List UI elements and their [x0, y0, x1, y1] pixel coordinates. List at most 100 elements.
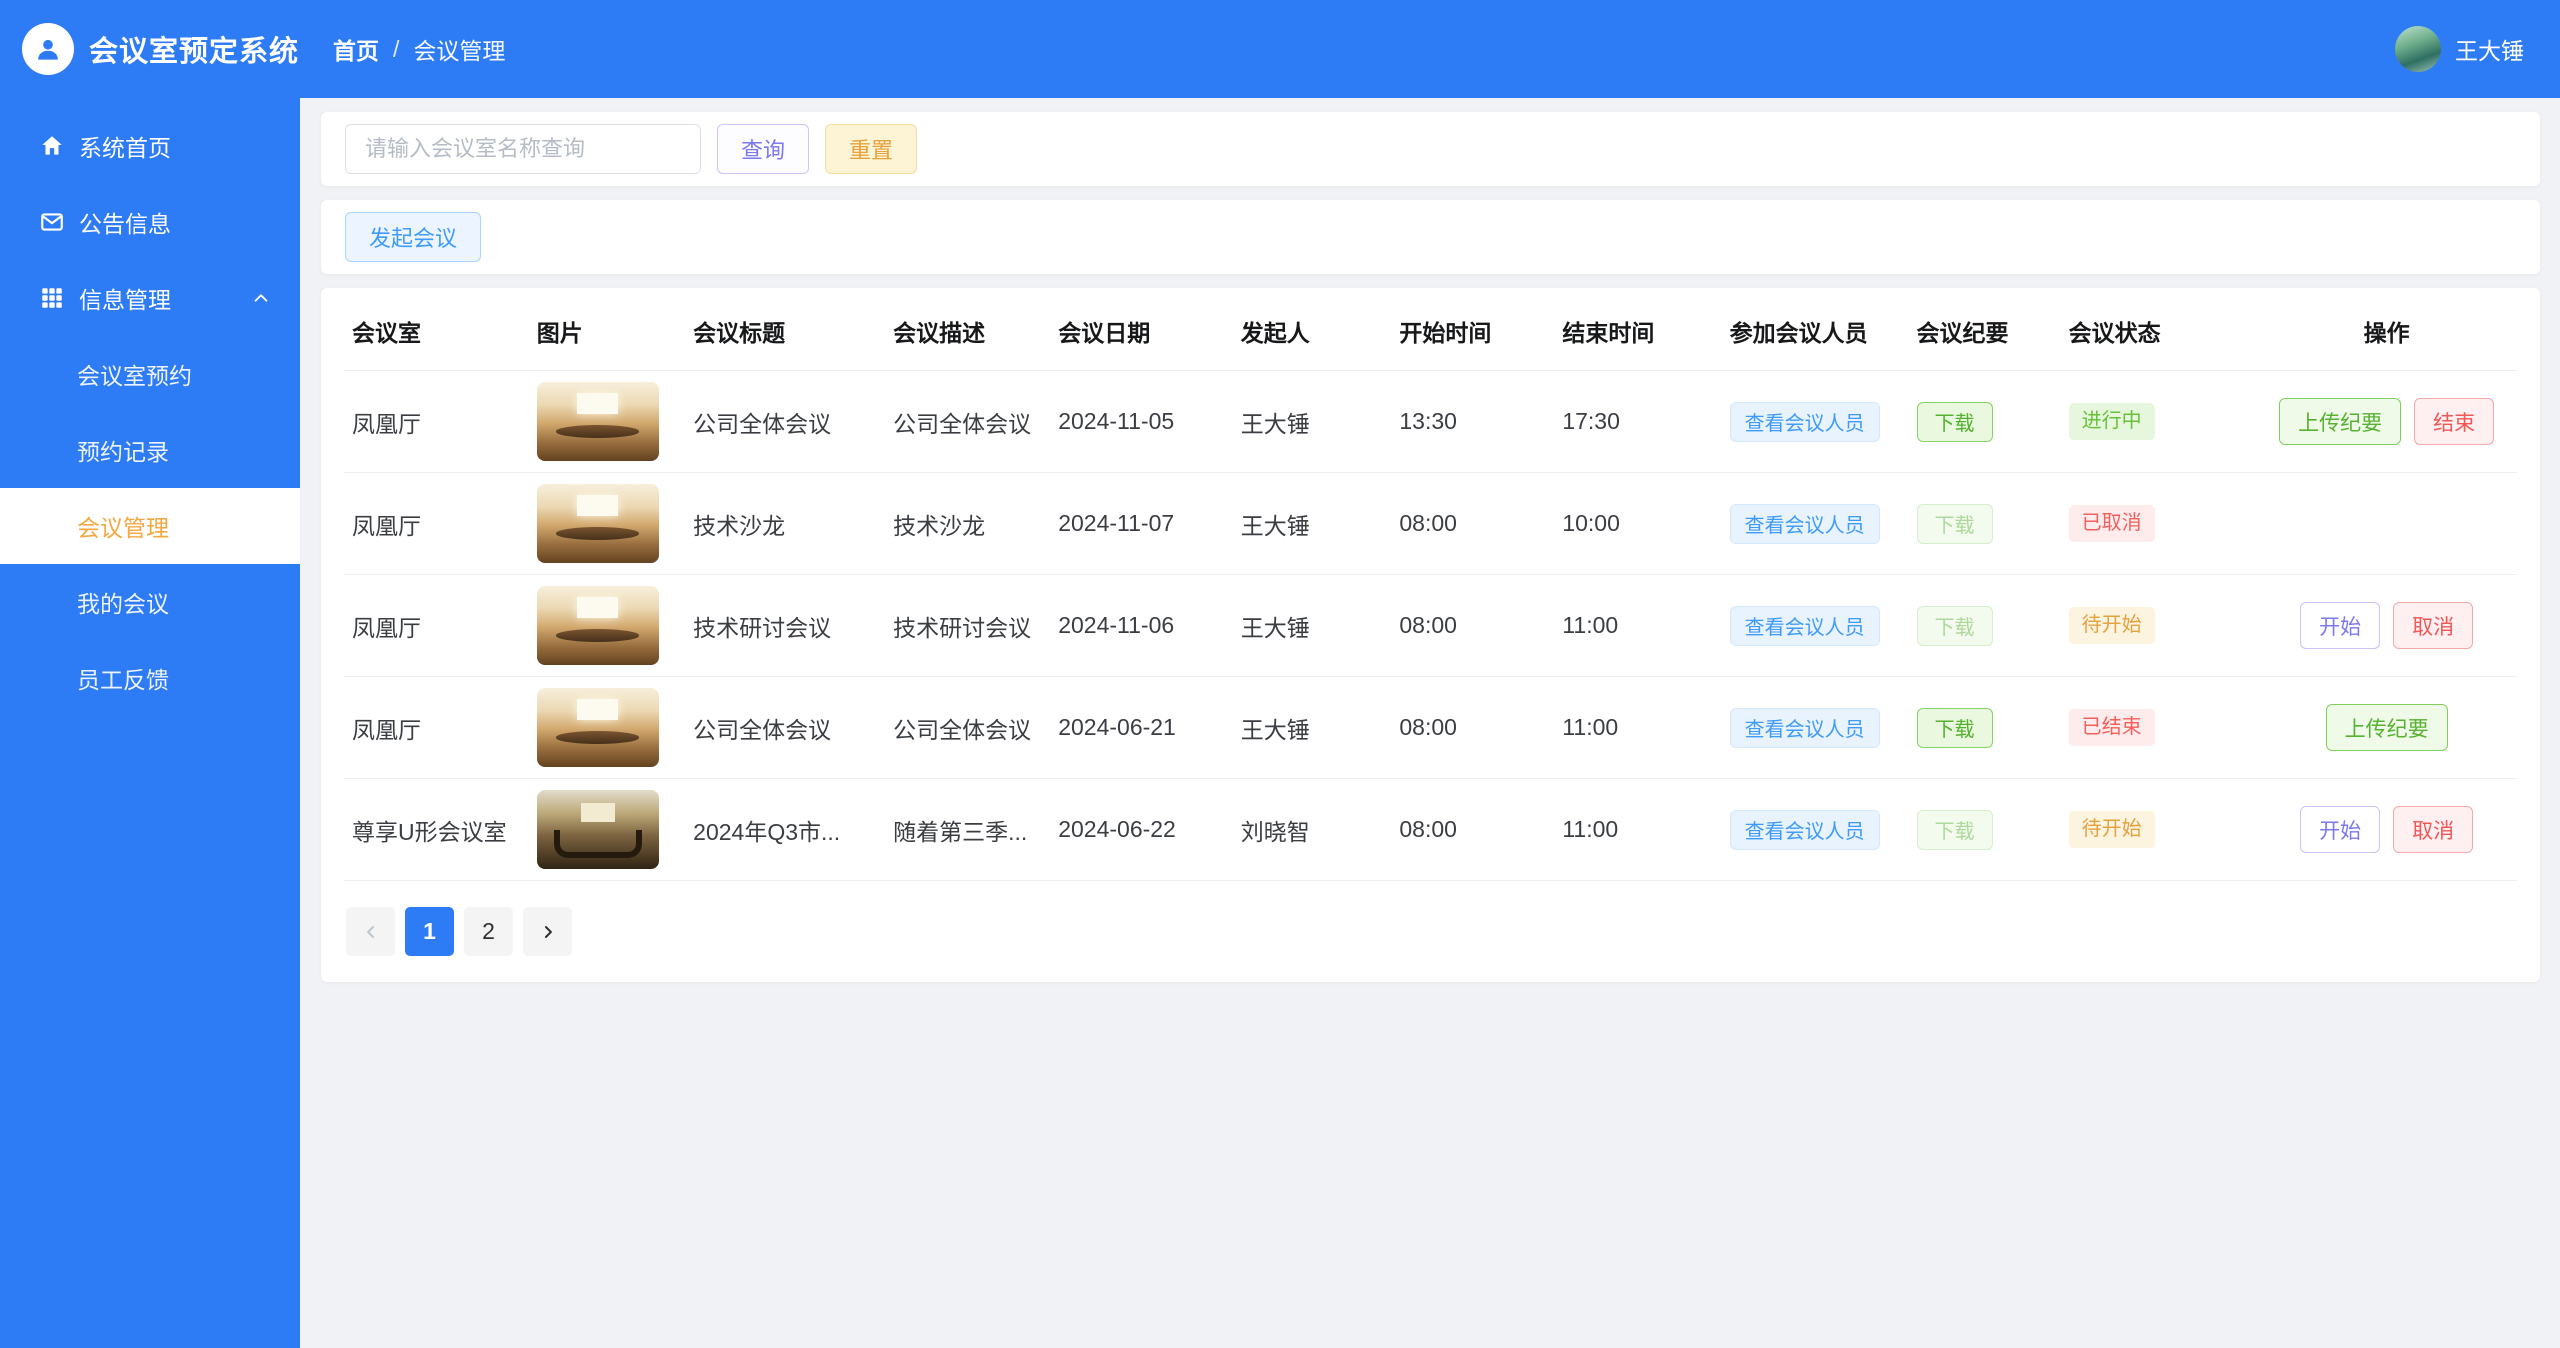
table-header-row: 会议室 图片 会议标题 会议描述 会议日期 发起人 开始时间 结束时间 参加会议…	[344, 288, 2517, 371]
op-button[interactable]: 上传纪要	[2325, 704, 2448, 751]
cell-status: 已取消	[2060, 472, 2257, 575]
column-header-description: 会议描述	[885, 288, 1051, 371]
menu-item-label: 系统首页	[79, 135, 171, 161]
sidebar-item-info-management[interactable]: 信息管理	[0, 260, 300, 336]
cell-operations	[2256, 472, 2517, 575]
submenu-item-label: 我的会议	[77, 591, 169, 617]
sidebar-submenu: 会议室预约 预约记录 会议管理 我的会议 员工反馈	[0, 336, 300, 716]
view-participants-button[interactable]: 查看会议人员	[1729, 605, 1880, 646]
cell-end-time: 11:00	[1554, 778, 1722, 881]
status-badge: 已结束	[2068, 709, 2155, 746]
cell-date: 2024-06-21	[1050, 676, 1233, 779]
cell-status: 待开始	[2060, 778, 2257, 881]
chevron-left-icon	[366, 925, 374, 938]
room-photo	[536, 586, 659, 665]
cell-participants: 查看会议人员	[1721, 574, 1909, 677]
view-participants-button[interactable]: 查看会议人员	[1729, 809, 1880, 850]
cell-initiator: 王大锤	[1232, 370, 1392, 473]
table-row: 凤凰厅 公司全体会议 公司全体会议 2024-11-05 王大锤 13:30 1…	[344, 370, 2517, 473]
sidebar-subitem-booking-records[interactable]: 预约记录	[0, 412, 300, 488]
download-minutes-button[interactable]: 下载	[1916, 401, 1993, 442]
sidebar: 系统首页 公告信息 信息管理 会议室预约 预约记录 会议管理 我的会议 员工反馈	[0, 98, 300, 1348]
cell-initiator: 王大锤	[1232, 472, 1392, 575]
column-header-start-time: 开始时间	[1391, 288, 1555, 371]
cell-end-time: 10:00	[1554, 472, 1722, 575]
create-meeting-button[interactable]: 发起会议	[345, 212, 482, 262]
cell-minutes: 下载	[1908, 778, 2061, 881]
pagination: 12	[344, 907, 2517, 956]
page-button-2[interactable]: 2	[464, 907, 513, 956]
user-name: 王大锤	[2455, 38, 2524, 64]
cell-photo	[528, 778, 686, 881]
cell-photo	[528, 370, 686, 473]
column-header-room: 会议室	[344, 288, 529, 371]
cell-start-time: 08:00	[1391, 778, 1555, 881]
status-badge: 待开始	[2068, 811, 2155, 848]
cell-operations: 开始 取消	[2256, 574, 2517, 677]
meeting-table-body: 凤凰厅 公司全体会议 公司全体会议 2024-11-05 王大锤 13:30 1…	[344, 370, 2517, 881]
pagination-next-button[interactable]	[523, 907, 572, 956]
op-button[interactable]: 结束	[2414, 398, 2495, 445]
room-photo	[536, 382, 659, 461]
cell-title: 技术沙龙	[685, 472, 886, 575]
cell-start-time: 08:00	[1391, 676, 1555, 779]
column-header-end-time: 结束时间	[1554, 288, 1722, 371]
query-button[interactable]: 查询	[717, 124, 810, 174]
reset-button[interactable]: 重置	[825, 124, 918, 174]
sidebar-subitem-my-meetings[interactable]: 我的会议	[0, 564, 300, 640]
cell-photo	[528, 472, 686, 575]
logo-area: 会议室预定系统	[0, 23, 300, 75]
table-row: 凤凰厅 公司全体会议 公司全体会议 2024-06-21 王大锤 08:00 1…	[344, 676, 2517, 779]
cell-description: 公司全体会议	[885, 676, 1051, 779]
cell-room: 凤凰厅	[344, 574, 529, 677]
cell-photo	[528, 574, 686, 677]
mail-icon	[41, 213, 63, 231]
op-button[interactable]: 开始	[2300, 602, 2381, 649]
op-button[interactable]: 开始	[2300, 806, 2381, 853]
breadcrumb-home[interactable]: 首页	[333, 32, 379, 66]
column-header-date: 会议日期	[1050, 288, 1233, 371]
sidebar-subitem-employee-feedback[interactable]: 员工反馈	[0, 640, 300, 716]
cell-description: 随着第三季...	[885, 778, 1051, 881]
cell-room: 尊享U形会议室	[344, 778, 529, 881]
cell-operations: 开始 取消	[2256, 778, 2517, 881]
operations-group: 上传纪要	[2325, 704, 2448, 751]
op-button[interactable]: 取消	[2393, 806, 2474, 853]
download-minutes-button[interactable]: 下载	[1916, 503, 1993, 544]
download-minutes-button[interactable]: 下载	[1916, 707, 1993, 748]
download-minutes-button[interactable]: 下载	[1916, 605, 1993, 646]
chevron-up-icon	[254, 294, 268, 302]
cell-title: 技术研讨会议	[685, 574, 886, 677]
table-row: 尊享U形会议室 2024年Q3市... 随着第三季... 2024-06-22 …	[344, 778, 2517, 881]
top-header: 会议室预定系统 首页 / 会议管理 王大锤	[0, 0, 2560, 98]
sidebar-subitem-meeting-management[interactable]: 会议管理	[0, 488, 300, 564]
cell-initiator: 王大锤	[1232, 676, 1392, 779]
view-participants-button[interactable]: 查看会议人员	[1729, 707, 1880, 748]
view-participants-button[interactable]: 查看会议人员	[1729, 503, 1880, 544]
app-body: 系统首页 公告信息 信息管理 会议室预约 预约记录 会议管理 我的会议 员工反馈	[0, 98, 2560, 1348]
app-root: 会议室预定系统 首页 / 会议管理 王大锤 系统首页 公告信息 信息管理 会议室…	[0, 0, 2560, 1348]
cell-room: 凤凰厅	[344, 472, 529, 575]
download-minutes-button[interactable]: 下载	[1916, 809, 1993, 850]
user-avatar[interactable]	[2395, 26, 2441, 72]
room-name-search-input[interactable]	[345, 124, 701, 174]
pagination-prev-button[interactable]	[346, 907, 395, 956]
sidebar-subitem-room-booking[interactable]: 会议室预约	[0, 336, 300, 412]
operations-group: 上传纪要 结束	[2279, 398, 2495, 445]
cell-room: 凤凰厅	[344, 370, 529, 473]
cell-initiator: 王大锤	[1232, 574, 1392, 677]
op-button[interactable]: 取消	[2393, 602, 2474, 649]
op-button[interactable]: 上传纪要	[2279, 398, 2402, 445]
table-row: 凤凰厅 技术沙龙 技术沙龙 2024-11-07 王大锤 08:00 10:00…	[344, 472, 2517, 575]
sidebar-item-system-home[interactable]: 系统首页	[0, 108, 300, 184]
page-button-1[interactable]: 1	[405, 907, 454, 956]
search-card: 查询 重置	[321, 112, 2540, 186]
view-participants-button[interactable]: 查看会议人员	[1729, 401, 1880, 442]
home-icon	[42, 136, 62, 155]
cell-date: 2024-06-22	[1050, 778, 1233, 881]
cell-start-time: 08:00	[1391, 472, 1555, 575]
cell-minutes: 下载	[1908, 472, 2061, 575]
cell-participants: 查看会议人员	[1721, 676, 1909, 779]
sidebar-item-announcements[interactable]: 公告信息	[0, 184, 300, 260]
cell-minutes: 下载	[1908, 370, 2061, 473]
